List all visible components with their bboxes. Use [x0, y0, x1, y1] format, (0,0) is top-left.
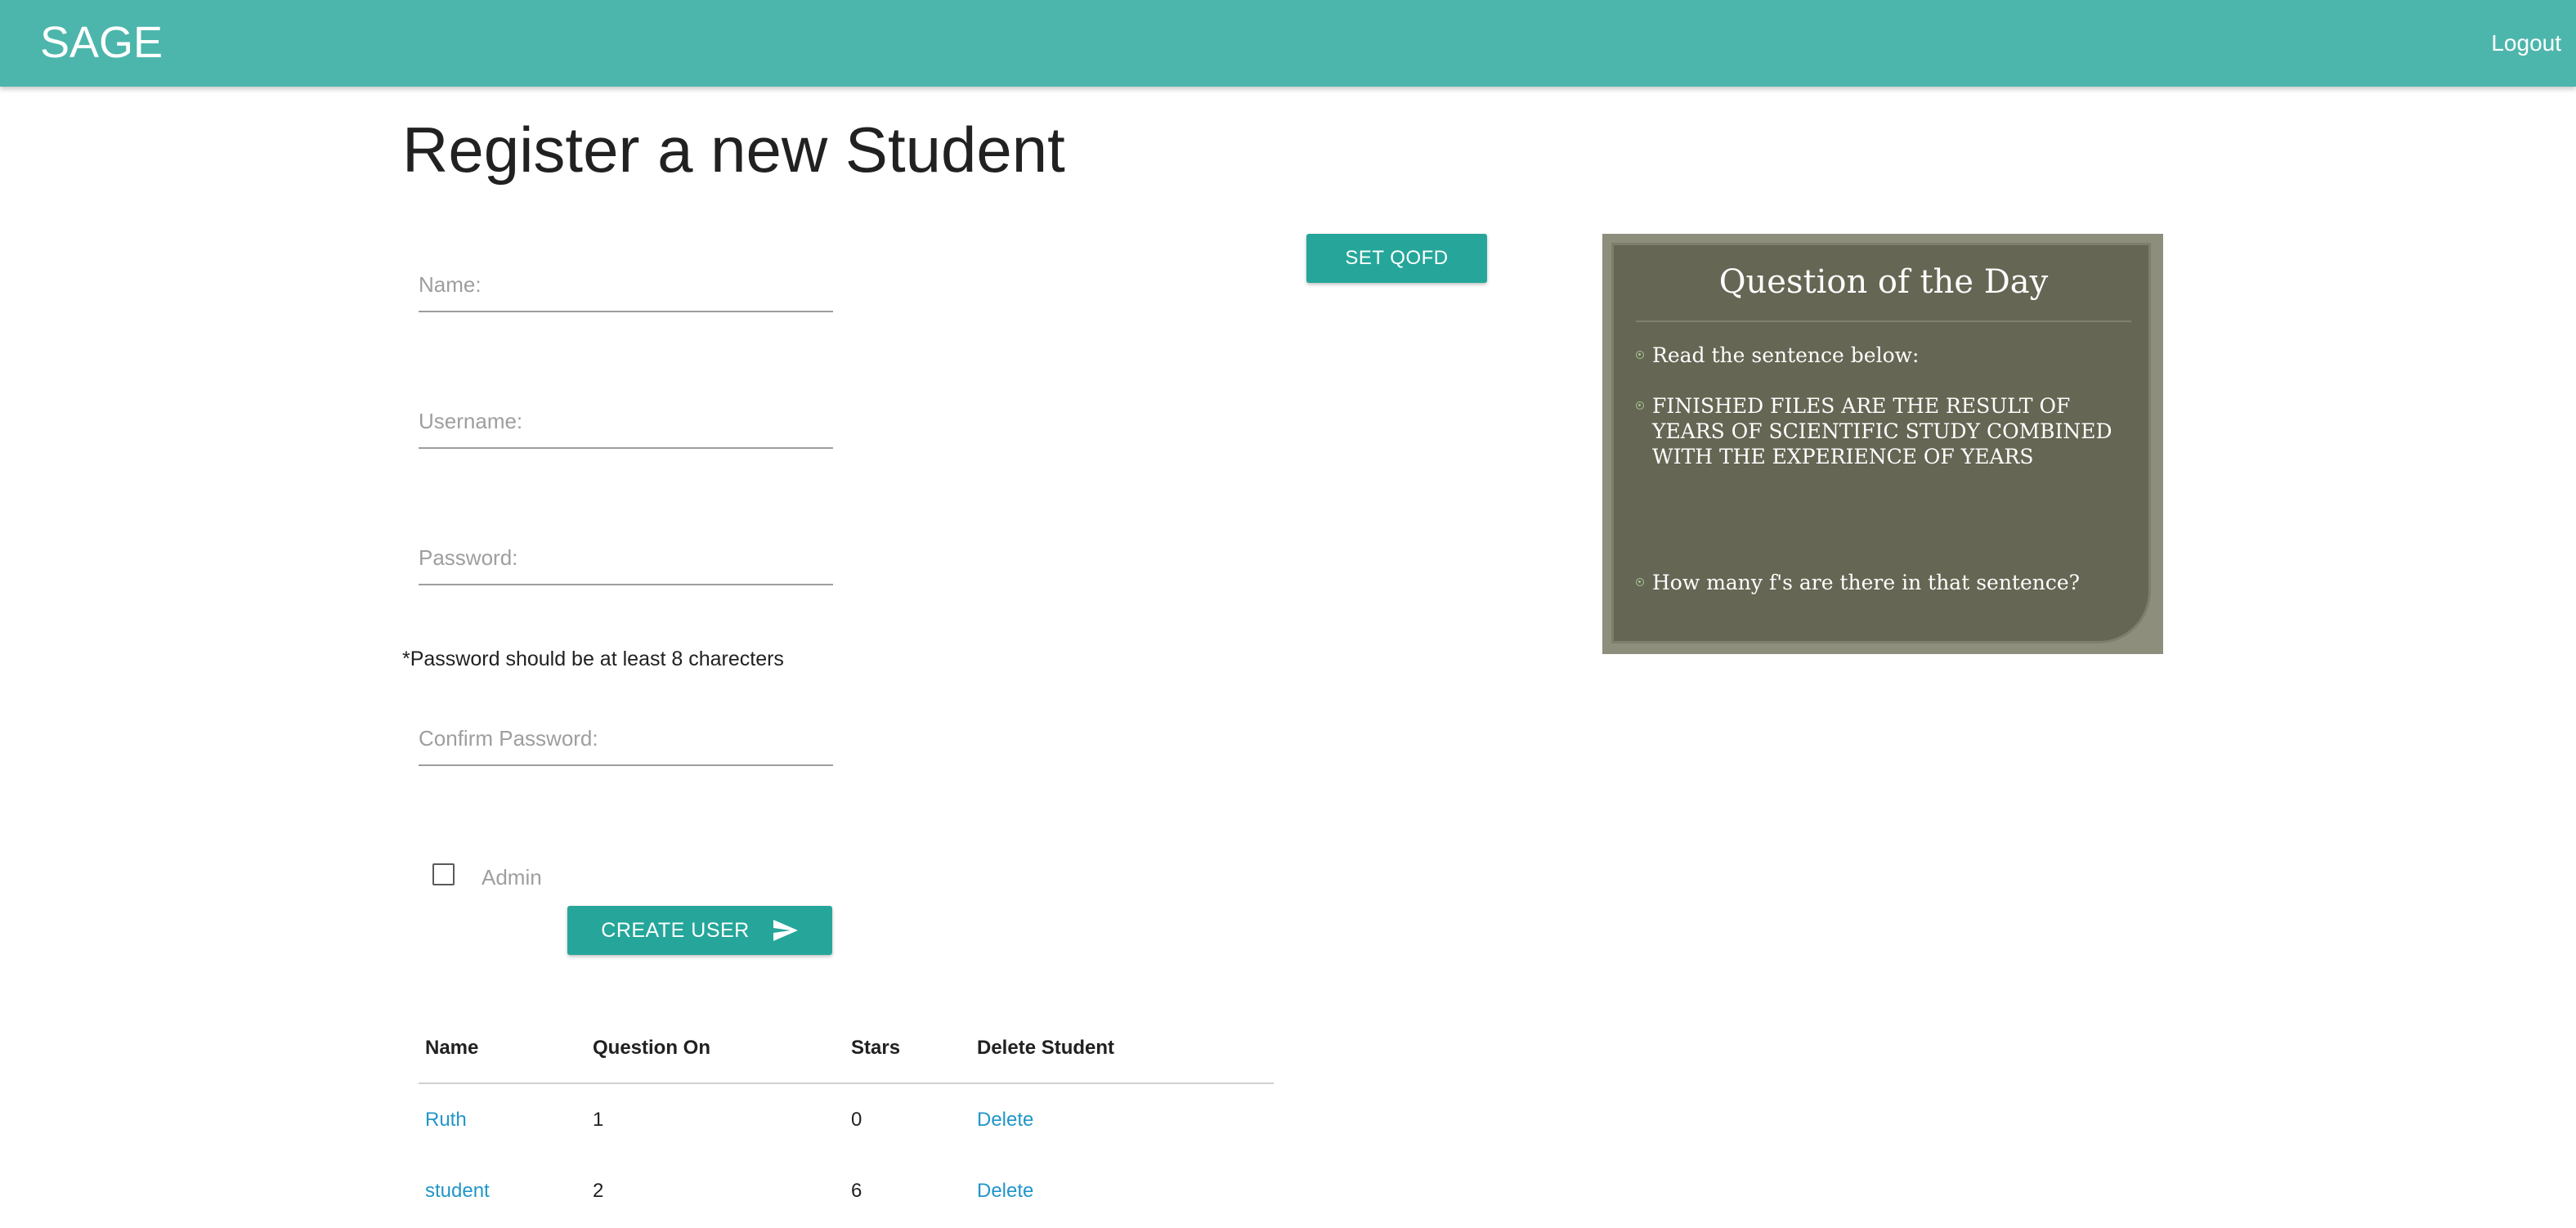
name-input[interactable]	[419, 260, 833, 309]
qofd-bullet: FINISHED FILES ARE THE RESULT OF YEARS O…	[1636, 393, 2135, 469]
confirm-password-input[interactable]	[419, 714, 833, 763]
username-input[interactable]	[419, 397, 833, 446]
qofd-divider	[1636, 320, 2131, 322]
confirm-password-field	[419, 714, 833, 766]
qofd-bullet: How many f's are there in that sentence?	[1636, 570, 2135, 595]
qofd-slide-panel: Question of the Day Read the sentence be…	[1611, 243, 2151, 643]
qofd-bullet-text: How many f's are there in that sentence?	[1652, 571, 2081, 594]
question-on-cell: 1	[593, 1108, 604, 1131]
admin-checkbox-label[interactable]: Admin	[482, 863, 542, 891]
table-row: Ruth 1 0 Delete	[419, 1083, 1274, 1155]
table-header-row: Name Question On Stars Delete Student	[419, 1014, 1274, 1084]
question-of-the-day-image: Question of the Day Read the sentence be…	[1602, 234, 2163, 654]
qofd-bullet: Read the sentence below:	[1636, 343, 2135, 368]
bullet-icon	[1636, 351, 1644, 359]
student-name-link[interactable]: student	[419, 1155, 586, 1226]
logout-link[interactable]: Logout	[2491, 29, 2561, 57]
column-header-name: Name	[419, 1014, 586, 1084]
stars-cell: 0	[851, 1108, 862, 1131]
name-field	[419, 260, 833, 312]
password-input[interactable]	[419, 533, 833, 582]
stars-cell: 6	[851, 1179, 862, 1202]
table-row: student 2 6 Delete	[419, 1155, 1274, 1226]
column-header-delete-student: Delete Student	[970, 1014, 1274, 1084]
page-title: Register a new Student	[402, 114, 1065, 186]
qofd-bullet-text: Read the sentence below:	[1652, 343, 1920, 367]
password-hint: *Password should be at least 8 charecter…	[402, 648, 784, 670]
column-header-stars: Stars	[844, 1014, 970, 1084]
delete-student-link[interactable]: Delete	[970, 1083, 1274, 1155]
bullet-icon	[1636, 578, 1644, 586]
create-user-button[interactable]: CREATE USER	[567, 906, 832, 955]
create-user-label: CREATE USER	[601, 918, 750, 942]
qofd-slide-title: Question of the Day	[1718, 263, 2049, 301]
student-name-link[interactable]: Ruth	[419, 1083, 586, 1155]
column-header-question-on: Question On	[586, 1014, 844, 1084]
bullet-icon	[1636, 401, 1644, 410]
qofd-bullet-text: FINISHED FILES ARE THE RESULT OF YEARS O…	[1652, 394, 2112, 468]
password-field	[419, 533, 833, 585]
delete-student-link[interactable]: Delete	[970, 1155, 1274, 1226]
username-field	[419, 397, 833, 449]
students-table: Name Question On Stars Delete Student Ru…	[419, 1014, 1274, 1226]
send-icon	[773, 919, 799, 942]
set-qofd-button[interactable]: SET QOFD	[1306, 234, 1487, 283]
admin-checkbox[interactable]	[432, 863, 455, 885]
question-on-cell: 2	[593, 1179, 604, 1202]
brand-logo[interactable]: SAGE	[40, 16, 163, 69]
top-navbar: SAGE Logout	[0, 0, 2576, 87]
